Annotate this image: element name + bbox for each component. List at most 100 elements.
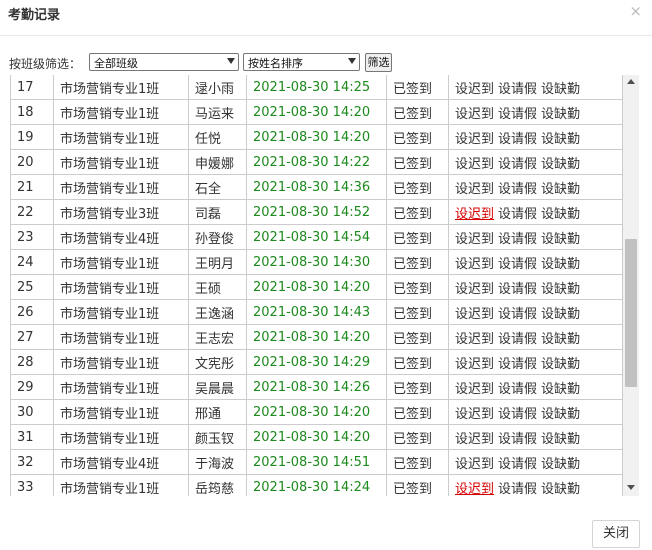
set-late-link[interactable]: 设迟到 (455, 207, 494, 222)
set-absent-link[interactable]: 设缺勤 (541, 432, 580, 447)
row-number: 27 (10, 324, 54, 350)
set-late-link[interactable]: 设迟到 (455, 357, 494, 372)
set-leave-link[interactable]: 设请假 (498, 207, 537, 222)
set-late-link[interactable]: 设迟到 (455, 282, 494, 297)
set-absent-link[interactable]: 设缺勤 (541, 457, 580, 472)
set-leave-link[interactable]: 设请假 (498, 407, 537, 422)
row-signin-time: 2021-08-30 14:20 (246, 274, 387, 300)
vertical-scrollbar[interactable] (623, 75, 639, 496)
set-late-link[interactable]: 设迟到 (455, 407, 494, 422)
set-leave-link[interactable]: 设请假 (498, 182, 537, 197)
set-late-link[interactable]: 设迟到 (455, 157, 494, 172)
set-late-link[interactable]: 设迟到 (455, 182, 494, 197)
row-actions: 设迟到 设请假 设缺勤 (448, 349, 623, 375)
row-actions: 设迟到 设请假 设缺勤 (448, 75, 623, 100)
set-leave-link[interactable]: 设请假 (498, 82, 537, 97)
row-status: 已签到 (386, 474, 449, 496)
table-row: 24 市场营销专业1班 王明月 2021-08-30 14:30 已签到 设迟到 设请假 设缺… (10, 249, 623, 275)
set-absent-link[interactable]: 设缺勤 (541, 157, 580, 172)
set-late-link[interactable]: 设迟到 (455, 82, 494, 97)
attendance-rows: 17 市场营销专业1班 逯小雨 2021-08-30 14:25 已签到 设迟到 设请假 设缺… (10, 75, 623, 497)
set-leave-link[interactable]: 设请假 (498, 432, 537, 447)
set-leave-link[interactable]: 设请假 (498, 257, 537, 272)
set-absent-link[interactable]: 设缺勤 (541, 82, 580, 97)
dialog-titlebar: 考勤记录 × (0, 0, 652, 36)
set-absent-link[interactable]: 设缺勤 (541, 207, 580, 222)
set-late-link[interactable]: 设迟到 (455, 432, 494, 447)
row-number: 24 (10, 249, 54, 275)
set-leave-link[interactable]: 设请假 (498, 457, 537, 472)
row-name: 文宪彤 (188, 349, 247, 375)
set-leave-link[interactable]: 设请假 (498, 332, 537, 347)
row-actions: 设迟到 设请假 设缺勤 (448, 374, 623, 400)
set-leave-link[interactable]: 设请假 (498, 132, 537, 147)
set-leave-link[interactable]: 设请假 (498, 157, 537, 172)
sort-select[interactable]: 按姓名排序 (243, 53, 360, 71)
set-late-link[interactable]: 设迟到 (455, 482, 494, 497)
set-leave-link[interactable]: 设请假 (498, 107, 537, 122)
set-leave-link[interactable]: 设请假 (498, 307, 537, 322)
set-absent-link[interactable]: 设缺勤 (541, 382, 580, 397)
set-absent-link[interactable]: 设缺勤 (541, 232, 580, 247)
row-status: 已签到 (386, 199, 449, 225)
set-absent-link[interactable]: 设缺勤 (541, 307, 580, 322)
scrollbar-thumb[interactable] (625, 239, 637, 387)
set-leave-link[interactable]: 设请假 (498, 282, 537, 297)
row-class: 市场营销专业1班 (53, 299, 189, 325)
set-absent-link[interactable]: 设缺勤 (541, 132, 580, 147)
row-actions: 设迟到 设请假 设缺勤 (448, 149, 623, 175)
set-late-link[interactable]: 设迟到 (455, 457, 494, 472)
set-leave-link[interactable]: 设请假 (498, 482, 537, 497)
row-status: 已签到 (386, 424, 449, 450)
set-late-link[interactable]: 设迟到 (455, 257, 494, 272)
row-signin-time: 2021-08-30 14:24 (246, 474, 387, 496)
row-actions: 设迟到 设请假 设缺勤 (448, 224, 623, 250)
set-late-link[interactable]: 设迟到 (455, 132, 494, 147)
set-leave-link[interactable]: 设请假 (498, 232, 537, 247)
attendance-table-wrap[interactable]: 17 市场营销专业1班 逯小雨 2021-08-30 14:25 已签到 设迟到 设请假 设缺… (10, 75, 639, 496)
row-status: 已签到 (386, 124, 449, 150)
scroll-down-arrow-icon[interactable] (627, 485, 635, 490)
filter-button[interactable]: 筛选 (365, 53, 392, 72)
dialog-title: 考勤记录 (8, 8, 61, 23)
row-number: 31 (10, 424, 54, 450)
row-signin-time: 2021-08-30 14:52 (246, 199, 387, 225)
row-actions: 设迟到 设请假 设缺勤 (448, 449, 623, 475)
row-name: 石全 (188, 174, 247, 200)
row-name: 王硕 (188, 274, 247, 300)
table-row: 30 市场营销专业1班 邢通 2021-08-30 14:20 已签到 设迟到 设请假 设缺勤 (10, 399, 623, 425)
table-row: 17 市场营销专业1班 逯小雨 2021-08-30 14:25 已签到 设迟到 设请假 设缺… (10, 75, 623, 100)
row-class: 市场营销专业1班 (53, 399, 189, 425)
row-number: 25 (10, 274, 54, 300)
set-late-link[interactable]: 设迟到 (455, 107, 494, 122)
set-leave-link[interactable]: 设请假 (498, 382, 537, 397)
chevron-down-icon (227, 58, 235, 64)
set-late-link[interactable]: 设迟到 (455, 232, 494, 247)
set-absent-link[interactable]: 设缺勤 (541, 257, 580, 272)
row-class: 市场营销专业1班 (53, 99, 189, 125)
set-absent-link[interactable]: 设缺勤 (541, 482, 580, 497)
row-class: 市场营销专业4班 (53, 449, 189, 475)
row-number: 30 (10, 399, 54, 425)
set-absent-link[interactable]: 设缺勤 (541, 182, 580, 197)
set-absent-link[interactable]: 设缺勤 (541, 407, 580, 422)
row-class: 市场营销专业1班 (53, 75, 189, 100)
set-absent-link[interactable]: 设缺勤 (541, 282, 580, 297)
set-absent-link[interactable]: 设缺勤 (541, 332, 580, 347)
scroll-up-arrow-icon[interactable] (627, 79, 635, 84)
set-late-link[interactable]: 设迟到 (455, 382, 494, 397)
row-status: 已签到 (386, 374, 449, 400)
table-row: 20 市场营销专业1班 申媛娜 2021-08-30 14:22 已签到 设迟到 设请假 设缺… (10, 149, 623, 175)
close-button[interactable]: 关闭 (592, 520, 640, 548)
row-status: 已签到 (386, 349, 449, 375)
table-row: 29 市场营销专业1班 吴晨晨 2021-08-30 14:26 已签到 设迟到 设请假 设缺… (10, 374, 623, 400)
class-select[interactable]: 全部班级 (89, 53, 239, 71)
set-absent-link[interactable]: 设缺勤 (541, 357, 580, 372)
row-status: 已签到 (386, 324, 449, 350)
set-late-link[interactable]: 设迟到 (455, 332, 494, 347)
set-late-link[interactable]: 设迟到 (455, 307, 494, 322)
row-signin-time: 2021-08-30 14:43 (246, 299, 387, 325)
close-icon[interactable]: × (629, 2, 642, 20)
set-leave-link[interactable]: 设请假 (498, 357, 537, 372)
set-absent-link[interactable]: 设缺勤 (541, 107, 580, 122)
